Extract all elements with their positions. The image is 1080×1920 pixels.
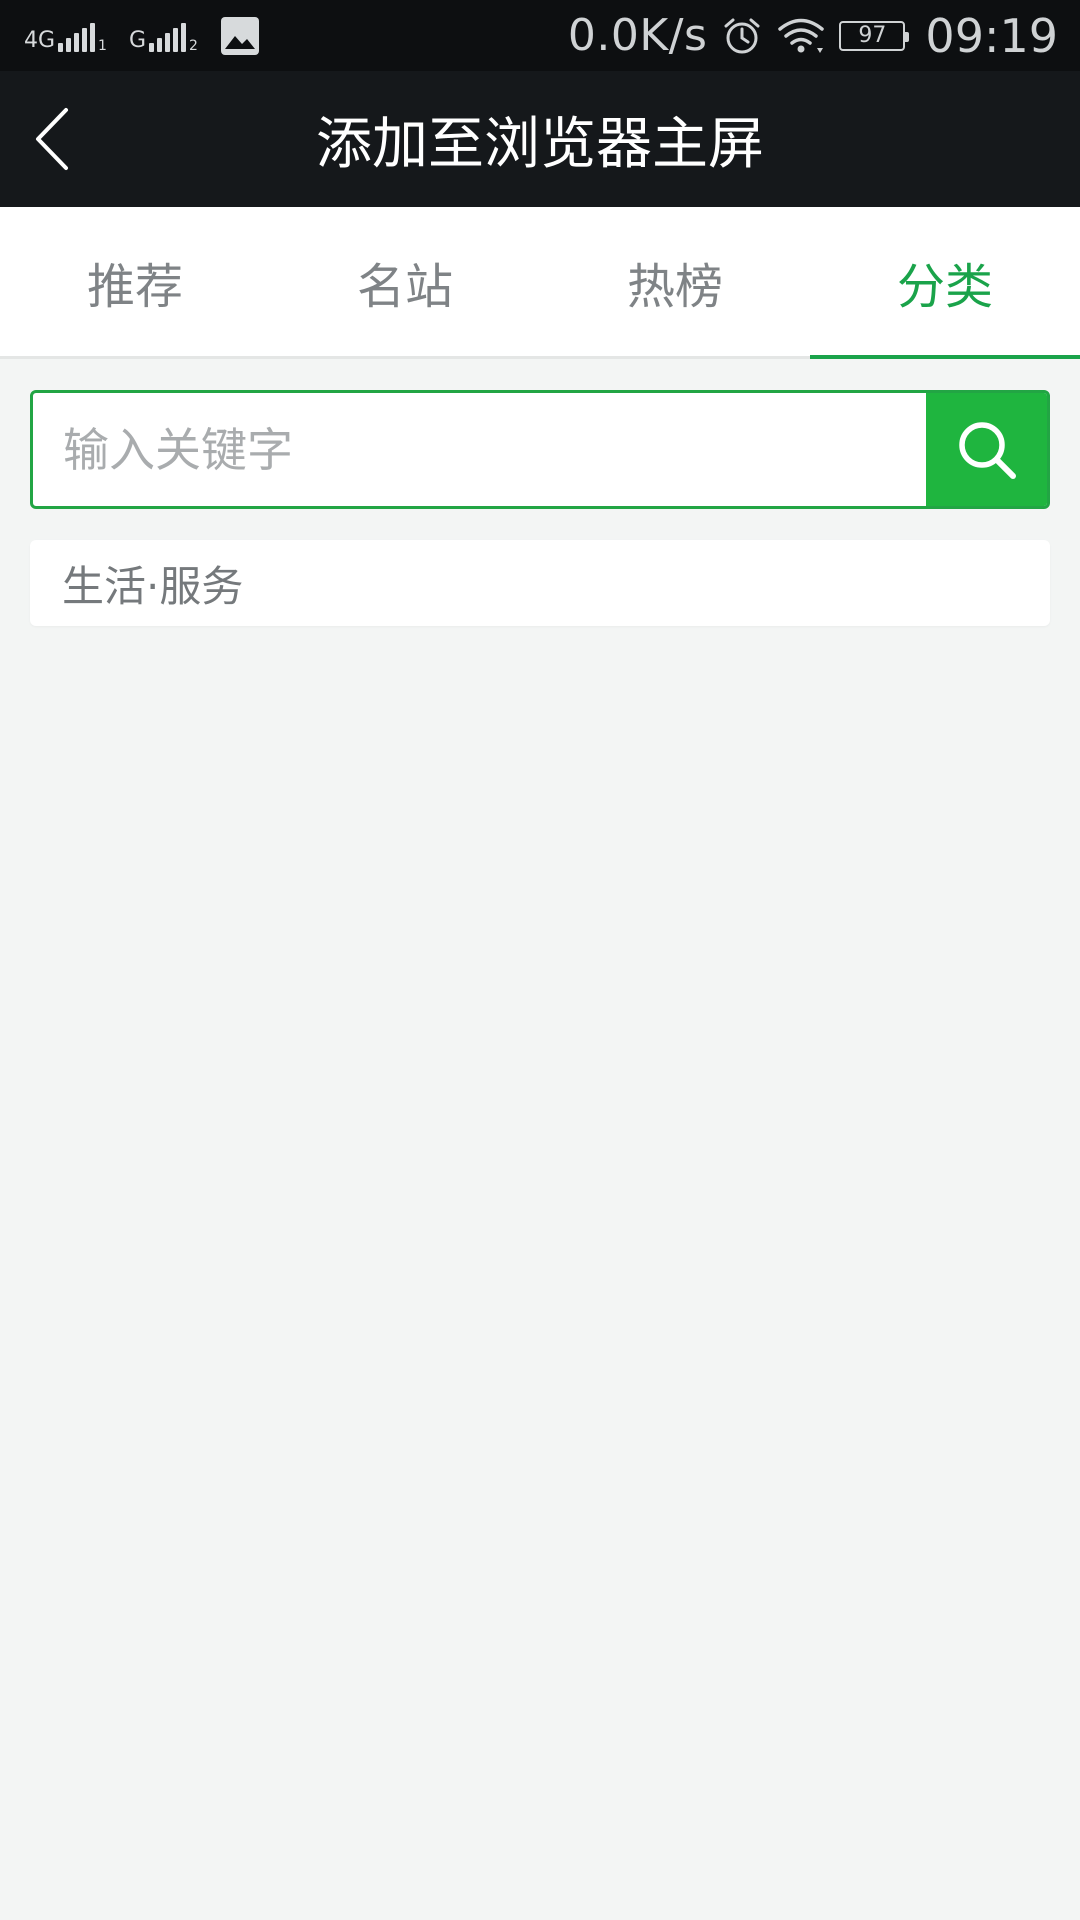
signal-1-bars [58,22,96,56]
status-bar-left: 4G 1 G 2 [24,0,260,71]
signal-1-label: 4G [24,27,56,53]
tab-recommended[interactable]: 推荐 [0,207,270,356]
category-label: 生活·服务 [62,561,244,611]
back-button[interactable] [24,103,80,175]
battery-level: 97 [858,23,887,48]
search-input[interactable] [33,393,926,506]
alarm-icon [724,18,760,53]
chevron-left-icon [36,108,68,170]
signal-4g-icon: 4G 1 [24,16,107,56]
tab-famous-sites[interactable]: 名站 [270,207,540,356]
battery-icon: 97 [839,20,910,51]
gallery-icon [220,16,259,55]
search-icon [958,421,1016,479]
search-box [30,390,1050,509]
signal-2-bars [149,22,187,56]
signal-2-sub: 2 [189,37,198,54]
title-bar: 添加至浏览器主屏 [0,71,1080,207]
status-bar-right: 0.0K/s 97 09:19 [568,0,1058,71]
signal-1-sub: 1 [98,37,107,54]
tab-categories[interactable]: 分类 [810,207,1080,359]
signal-g-icon: G 2 [129,16,198,56]
page-title: 添加至浏览器主屏 [316,111,764,177]
net-speed: 0.0K/s [567,10,708,61]
status-bar: 4G 1 G 2 0.0K/s 97 09:19 [0,0,1080,71]
status-time: 09:19 [925,8,1058,63]
search-button[interactable] [926,393,1047,506]
signal-2-label: G [128,27,147,53]
tab-bar: 推荐 名站 热榜 分类 [0,207,1080,359]
tab-hot-list[interactable]: 热榜 [540,207,810,356]
wifi-icon [778,18,825,53]
category-item-life-service[interactable]: 生活·服务 [30,540,1050,626]
